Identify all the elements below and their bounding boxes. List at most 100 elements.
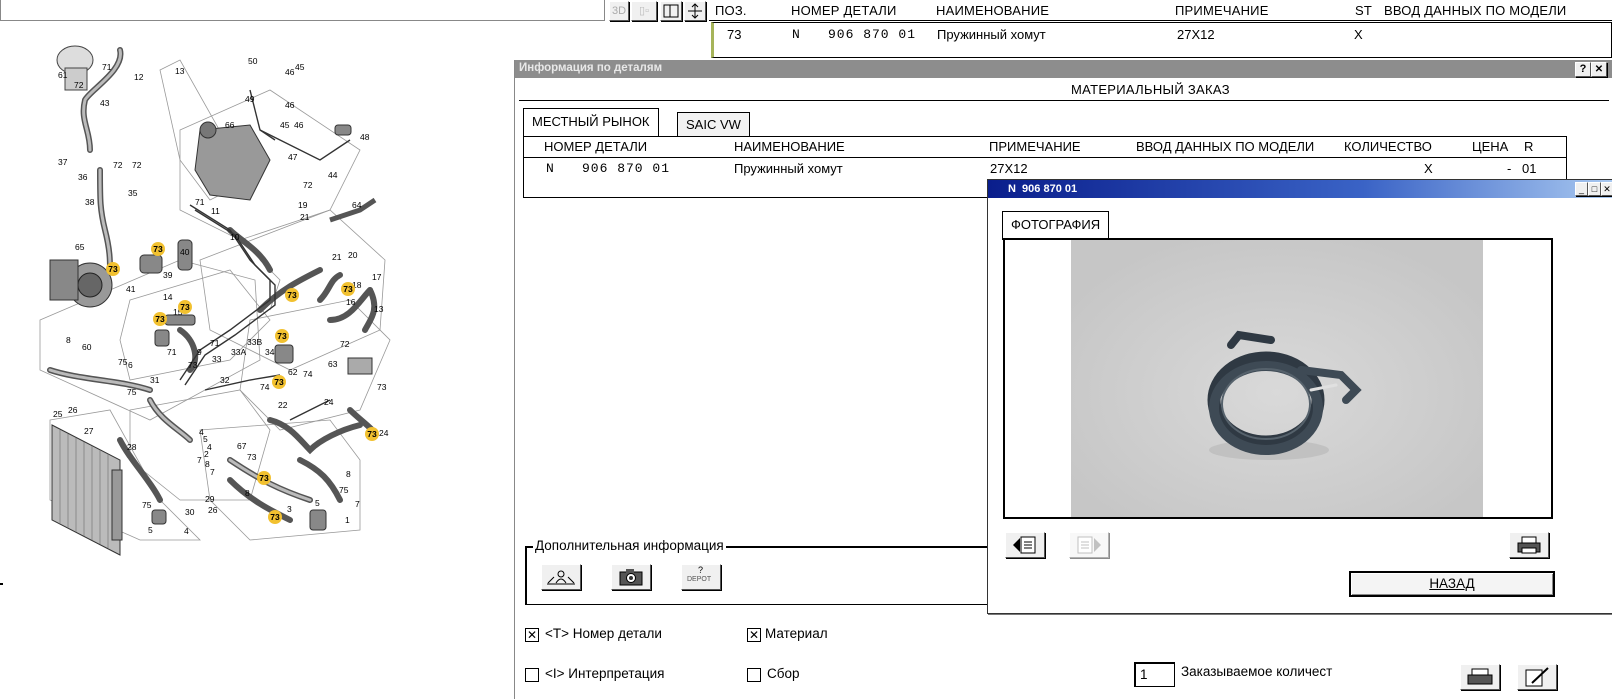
photo-titlebar: N 906 870 01 _ □ ✕ <box>988 180 1612 198</box>
diagram-label: 74 <box>260 382 270 392</box>
navigate-button[interactable] <box>684 1 706 21</box>
callout-73-label: 73 <box>108 264 118 274</box>
details-title: Информация по деталям <box>519 62 663 74</box>
checkbox-assembly-label: Сбор <box>767 666 800 681</box>
tab-local-market[interactable]: МЕСТНЫЙ РЫНОК <box>523 108 659 137</box>
diagram-label: 8 <box>66 335 71 345</box>
tab-saic-vw[interactable]: SAIC VW <box>677 112 750 137</box>
diagram-label: 37 <box>58 157 68 167</box>
diagram-label: 44 <box>328 170 338 180</box>
diagram-svg: 61711213724337363572 723840394165504946 45… <box>39 45 391 556</box>
prev-photo-button[interactable] <box>1005 532 1045 558</box>
checkbox-material-label: Материал <box>765 626 828 641</box>
diagram-label: 30 <box>185 507 195 517</box>
row-note: 27X12 <box>1177 27 1215 42</box>
diagram-label: 47 <box>288 152 298 162</box>
depot-question: ? <box>698 565 704 575</box>
photo-window: N 906 870 01 _ □ ✕ ФОТОГРАФИЯ НАЗАД <box>987 179 1612 614</box>
close-button[interactable]: ✕ <box>1591 62 1607 77</box>
print-photo-button[interactable] <box>1509 532 1549 558</box>
diagram-label: 29 <box>205 494 215 504</box>
diagram-label: 4 <box>199 427 204 437</box>
edit-button[interactable] <box>1517 664 1557 690</box>
print-order-button[interactable] <box>1460 664 1500 690</box>
diagram-label: 8 <box>346 469 351 479</box>
col-name: НАИМЕНОВАНИЕ <box>734 139 845 154</box>
diagram-label: 7 <box>210 467 215 477</box>
diagram-label: 10 <box>230 232 240 242</box>
diagram-edge-marker <box>0 583 3 585</box>
checkbox-part-number-box[interactable]: ✕ <box>525 628 539 642</box>
help-button[interactable]: ? <box>1575 62 1591 77</box>
title-input[interactable] <box>0 0 605 21</box>
callout-73-label: 73 <box>274 377 284 387</box>
table-row[interactable]: 73 N 906 870 01 Пружинный хомут 27X12 X <box>711 22 1612 58</box>
minimize-button[interactable]: _ <box>1575 182 1588 196</box>
diagram-label: 74 <box>303 369 313 379</box>
depot-button[interactable]: ? DEPOT <box>681 564 721 590</box>
order-qty-input[interactable]: 1 <box>1134 662 1175 687</box>
view-3d-button[interactable]: 3D <box>609 1 629 21</box>
checkbox-interpretation-label: <I> Интерпретация <box>545 666 665 681</box>
diagram-label: 33 <box>212 354 222 364</box>
diagram-label: 71 <box>102 62 112 72</box>
parts-diagram[interactable]: 61 71 12 13 72 43 37 36 35 72 72 38 40 39 41 65 50 49 46 45… <box>30 30 410 570</box>
tab-photo[interactable]: ФОТОГРАФИЯ <box>1002 211 1110 240</box>
next-photo-button[interactable] <box>1069 532 1109 558</box>
diagram-label: 7 <box>355 499 360 509</box>
cross-arrows-icon <box>688 3 702 19</box>
row-name: Пружинный хомут <box>734 161 843 176</box>
diagram-label: 72 <box>74 80 84 90</box>
col-r: R <box>1524 139 1534 154</box>
col-pos: ПОЗ. <box>715 3 747 18</box>
col-st: ST <box>1355 3 1373 18</box>
row-price: - <box>1507 161 1512 176</box>
checkbox-part-number-label: <T> Номер детали <box>545 626 662 641</box>
diagram-label: 5 <box>315 498 320 508</box>
layout-button[interactable] <box>660 1 682 21</box>
diagram-label: 5 <box>148 525 153 535</box>
photo-button[interactable] <box>611 564 651 590</box>
diagram-label: 26 <box>68 405 78 415</box>
checkbox-assembly-box[interactable] <box>747 668 761 682</box>
technical-info-button[interactable] <box>541 564 581 590</box>
callout-73-label: 73 <box>287 290 297 300</box>
diagram-label: 11 <box>211 206 220 216</box>
maximize-button[interactable]: □ <box>1588 182 1601 196</box>
diagram-label: 22 <box>278 400 288 410</box>
back-button[interactable]: НАЗАД <box>1349 571 1555 597</box>
additional-info-box: Дополнительная информация ? DEPOT <box>525 538 998 605</box>
diagram-label: 33A <box>231 347 246 357</box>
col-model-input: ВВОД ДАННЫХ ПО МОДЕЛИ <box>1384 3 1567 18</box>
diagram-label: 46 <box>285 100 295 110</box>
diagram-label: 73 <box>377 382 387 392</box>
table-row[interactable]: N 906 870 01 Пружинный хомут 27X12 X - 0… <box>524 158 1566 178</box>
diagram-label: 75 <box>339 485 349 495</box>
row-part-number: 906 870 01 <box>582 161 671 176</box>
diagram-label: 1 <box>345 515 350 525</box>
diagram-label: 66 <box>225 120 235 130</box>
diagram-label: 67 <box>237 441 247 451</box>
diagram-label: 60 <box>82 342 92 352</box>
diagram-label: 19 <box>298 200 308 210</box>
diagram-label: 25 <box>53 409 63 419</box>
callout-73-label: 73 <box>259 473 269 483</box>
spring-clamp-image <box>1071 240 1483 517</box>
person-machine-icon <box>547 570 575 585</box>
diagram-label: 7 <box>197 455 202 465</box>
row-prefix: N <box>792 27 800 42</box>
diagram-label: 48 <box>360 132 370 142</box>
diagram-label: 8 <box>245 488 250 498</box>
diagram-label: 13 <box>374 304 384 314</box>
diagram-label: 28 <box>127 442 137 452</box>
photo-close-button[interactable]: ✕ <box>1601 182 1612 196</box>
checkbox-interpretation-box[interactable] <box>525 668 539 682</box>
order-qty-label: Заказываемое количест <box>1181 664 1333 679</box>
col-part-number: НОМЕР ДЕТАЛИ <box>791 3 897 18</box>
checkbox-material-box[interactable]: ✕ <box>747 628 761 642</box>
diagram-label: 73 <box>188 360 198 370</box>
row-r: 01 <box>1522 161 1537 176</box>
view-toggle-button[interactable]: ▯▫ <box>631 1 657 21</box>
diagram-label: 49 <box>245 94 255 104</box>
diagram-label: 61 <box>58 70 68 80</box>
